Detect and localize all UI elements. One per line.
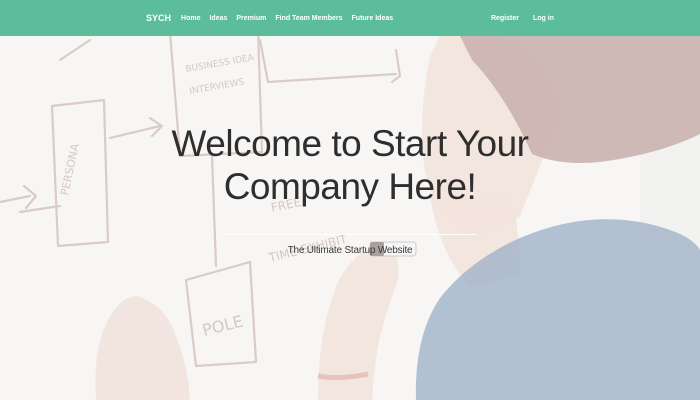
hero-subtitle: The Ultimate Startup Website: [287, 245, 413, 256]
brand-logo[interactable]: SYCH: [146, 13, 171, 23]
nav-link-find-team-members[interactable]: Find Team Members: [275, 15, 342, 22]
navbar-right: Register Log in: [477, 15, 554, 22]
top-navbar: SYCH Home Ideas Premium Find Team Member…: [0, 0, 700, 36]
nav-link-ideas[interactable]: Ideas: [209, 15, 227, 22]
nav-link-home[interactable]: Home: [181, 15, 200, 22]
hero-divider: [223, 234, 477, 235]
nav-link-register[interactable]: Register: [491, 15, 519, 22]
nav-link-premium[interactable]: Premium: [236, 15, 266, 22]
navbar-left: SYCH Home Ideas Premium Find Team Member…: [146, 13, 402, 23]
nav-link-login[interactable]: Log in: [533, 15, 554, 22]
nav-link-future-ideas[interactable]: Future Ideas: [352, 15, 394, 22]
hero-content: Welcome to Start Your Company Here! The …: [0, 122, 700, 256]
hero-title: Welcome to Start Your Company Here!: [171, 123, 529, 207]
navbar-container: SYCH Home Ideas Premium Find Team Member…: [146, 0, 554, 36]
hero-section: PERSONA BUSINESS IDEA INTERVIEWS FREE TI…: [0, 36, 700, 400]
